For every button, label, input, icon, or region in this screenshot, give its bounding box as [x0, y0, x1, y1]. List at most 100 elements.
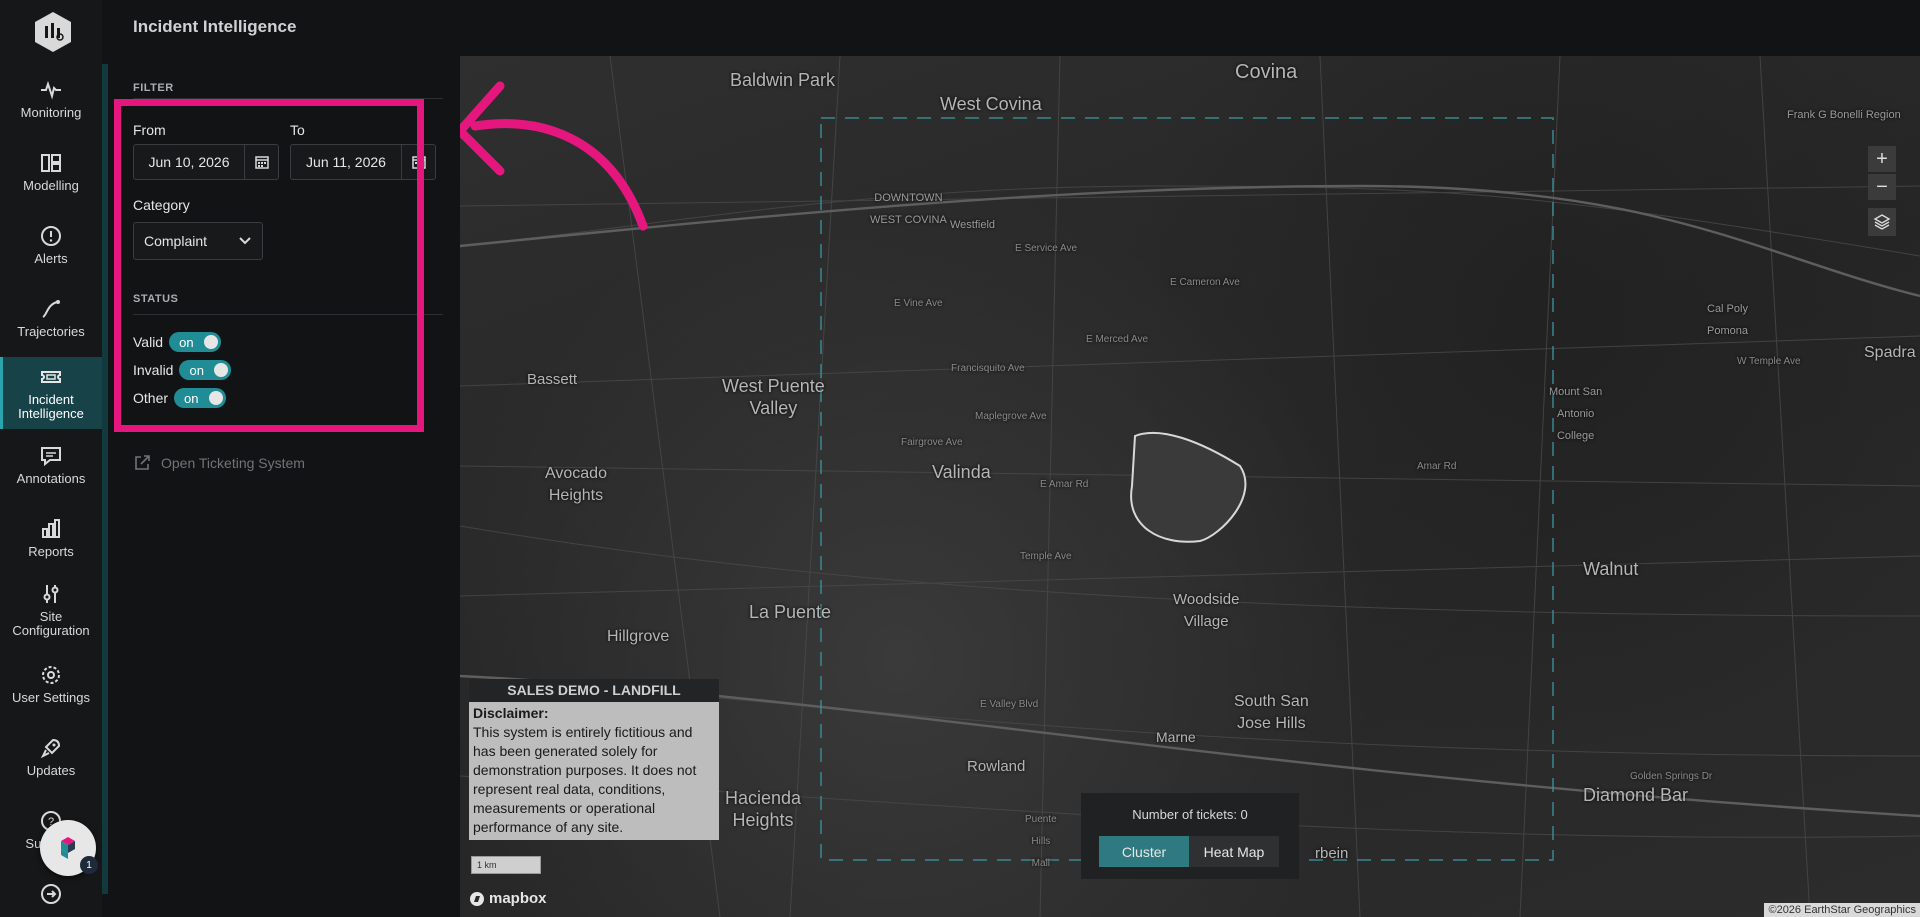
sidebar-item-site-configuration[interactable]: Site Configuration: [0, 582, 102, 644]
gear-icon: [42, 666, 60, 684]
sidebar-item-label: Reports: [28, 544, 74, 559]
sidebar-item-trajectories[interactable]: Trajectories: [0, 297, 102, 347]
map-canvas[interactable]: Covina Baldwin Park West Covina DOWNTOWN…: [460, 56, 1920, 917]
map-label-baldwin-park: Baldwin Park: [730, 70, 836, 90]
bar-chart-icon: [42, 519, 60, 538]
map-label-marne: Marne: [1156, 729, 1196, 745]
zoom-out-button[interactable]: −: [1868, 174, 1896, 200]
map-label-frank-bonelli: Frank G Bonelli Region: [1787, 109, 1901, 121]
open-link-label: Open Ticketing System: [161, 455, 305, 471]
map-label-hillgrove: Hillgrove: [607, 628, 670, 645]
map-label-downtown: DOWNTOWN WEST COVINA: [870, 192, 947, 226]
disclaimer-body: This system is entirely fictitious and h…: [473, 724, 697, 835]
sidebar-item-reports[interactable]: Reports: [0, 517, 102, 567]
sidebar-item-modelling[interactable]: Modelling: [0, 151, 102, 201]
rocket-icon: [40, 738, 61, 759]
map-label-hacienda-heights: Hacienda Heights: [725, 788, 802, 830]
page-title: Incident Intelligence: [133, 17, 297, 36]
layout-icon: [41, 154, 61, 172]
road-label-w-temple: W Temple Ave: [1737, 356, 1801, 367]
sidebar-item-label: Annotations: [16, 471, 86, 486]
map-label-rowland: Rowland: [967, 758, 1026, 775]
highlight-annotation-box: [114, 99, 424, 432]
map-label-spadra: Spadra: [1864, 344, 1916, 361]
sidebar-item-user-settings[interactable]: User Settings: [0, 663, 102, 713]
app-logo-icon[interactable]: [33, 10, 73, 54]
mapbox-text: mapbox: [489, 890, 547, 907]
road-label-temple: Temple Ave: [1020, 551, 1072, 562]
map-label-west-covina: West Covina: [940, 94, 1042, 114]
road-label-maplegrove: Maplegrove Ave: [975, 411, 1047, 422]
map-label-west-puente-valley: West Puente Valley: [722, 376, 825, 418]
disclaimer-box: SALES DEMO - LANDFILL Disclaimer: This s…: [469, 679, 719, 840]
road-label-e-service: E Service Ave: [1015, 243, 1078, 254]
trajectory-icon: [42, 300, 60, 318]
road-label-e-merced: E Merced Ave: [1086, 334, 1149, 345]
map-label-la-puente: La Puente: [749, 602, 832, 622]
layers-button[interactable]: [1868, 208, 1896, 236]
sidebar-item-label: Incident Intelligence: [18, 392, 84, 421]
road-label-golden-springs: Golden Springs Dr: [1630, 771, 1713, 782]
zoom-controls: + −: [1868, 146, 1896, 200]
zoom-in-button[interactable]: +: [1868, 146, 1896, 172]
road-label-valley-blvd: E Valley Blvd: [980, 699, 1039, 710]
sidebar-item-incident-intelligence[interactable]: Incident Intelligence: [0, 357, 102, 429]
tickets-count: Number of tickets: 0: [1132, 807, 1248, 822]
map-label-avocado-heights: Avocado Heights: [545, 465, 607, 504]
sidebar-item-label: Updates: [26, 763, 76, 778]
road-label-amar-rd: Amar Rd: [1417, 461, 1457, 472]
notification-badge: 1: [80, 856, 98, 874]
map-label-arbein: rbein: [1315, 845, 1349, 862]
filter-section-title: FILTER: [133, 82, 174, 94]
disclaimer-title: Disclaimer:: [473, 705, 549, 721]
app-root: Monitoring Modelling Alerts Trajectories…: [0, 0, 1920, 917]
layers-icon: [1873, 214, 1891, 230]
logout-icon: [41, 884, 61, 904]
map-label-covina: Covina: [1235, 61, 1298, 83]
map-label-westfield: Westfield: [950, 219, 996, 231]
ticket-icon: [41, 371, 61, 383]
sidebar-item-label: User Settings: [11, 690, 91, 705]
road-label-e-vine: E Vine Ave: [894, 298, 943, 309]
page-header: Incident Intelligence: [108, 0, 1920, 56]
mapbox-logo[interactable]: mapbox: [469, 890, 547, 907]
sidebar-item-updates[interactable]: Updates: [0, 736, 102, 786]
sidebar-item-label: Alerts: [34, 251, 68, 266]
map-label-woodside-village: Woodside Village: [1173, 591, 1240, 630]
sidebar-item-monitoring[interactable]: Monitoring: [0, 78, 102, 128]
road-label-e-amar: E Amar Rd: [1040, 479, 1089, 490]
road-label-francisquito: Francisquito Ave: [951, 363, 1025, 374]
view-mode-tabs: Cluster Heat Map: [1099, 836, 1279, 867]
open-ticketing-system-link[interactable]: Open Ticketing System: [133, 454, 305, 472]
map-label-mount-san-antonio: Mount San Antonio College: [1549, 386, 1603, 442]
sidebar-item-label: Trajectories: [17, 324, 85, 339]
alert-circle-icon: [41, 226, 61, 246]
map-label-puente-hills-mall: Puente Hills Mall: [1025, 814, 1057, 869]
sliders-icon: [43, 585, 59, 603]
sidebar-nav: Monitoring Modelling Alerts Trajectories…: [0, 0, 102, 917]
sidebar-item-label: Monitoring: [20, 105, 82, 120]
sidebar-item-alerts[interactable]: Alerts: [0, 224, 102, 274]
mapbox-icon: [470, 891, 484, 906]
road-label-fairgrove: Fairgrove Ave: [901, 437, 963, 448]
map-label-cal-poly: Cal Poly Pomona: [1707, 303, 1748, 337]
map-label-valinda: Valinda: [932, 462, 991, 482]
map-scale: 1 km: [471, 856, 541, 874]
road-label-e-cameron: E Cameron Ave: [1170, 277, 1240, 288]
message-icon: [41, 447, 61, 467]
tab-cluster[interactable]: Cluster: [1099, 836, 1189, 867]
pulse-icon: [41, 80, 61, 100]
map-label-south-san-jose-hills: South San Jose Hills: [1234, 693, 1309, 732]
help-widget-logo-icon: [61, 837, 75, 859]
sidebar-item-annotations[interactable]: Annotations: [0, 444, 102, 494]
help-widget-button[interactable]: 1: [40, 820, 98, 876]
tab-heat-map[interactable]: Heat Map: [1189, 836, 1279, 867]
external-link-icon: [135, 455, 150, 470]
disclaimer-header: SALES DEMO - LANDFILL: [469, 679, 719, 702]
tickets-panel: Number of tickets: 0 Cluster Heat Map: [1081, 793, 1299, 879]
map-label-bassett: Bassett: [527, 371, 578, 388]
map-attribution[interactable]: ©2026 EarthStar Geographics: [1764, 903, 1920, 917]
sidebar-item-logout[interactable]: [0, 882, 102, 912]
map-label-walnut: Walnut: [1583, 559, 1639, 579]
sidebar-item-label: Modelling: [23, 178, 79, 193]
